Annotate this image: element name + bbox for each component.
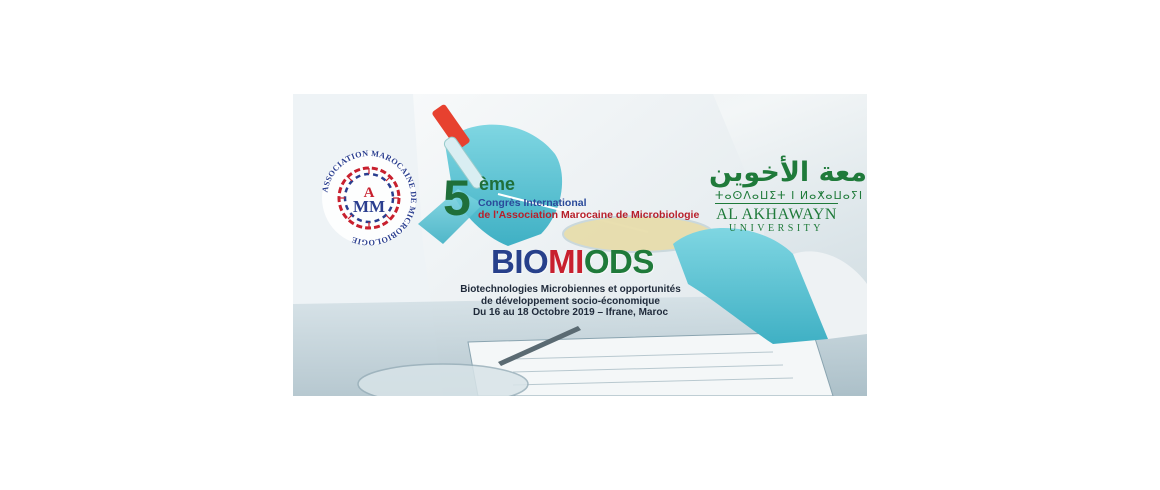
subtitle-line2: de développement socio-économique <box>481 295 660 307</box>
acronym-part-bio: BIO <box>491 243 549 280</box>
date-location: Du 16 au 18 Octobre 2019 – Ifrane, Maroc <box>472 307 669 318</box>
amm-logo: ASSOCIATION MAROCAINE DE MICROBIOLOGIE A… <box>320 149 417 247</box>
acronym-part-ods: ODS <box>583 243 655 280</box>
university-name-arabic: جامعة الأخوين <box>709 157 867 188</box>
university-name-tifinagh: ⵜⴰⵙⴷⴰⵡⵉⵜ ⵏ ⵍⴰⵅⴰⵡⴰⵢⵏ <box>715 189 864 204</box>
congress-title-line1: Congrès International <box>478 197 587 209</box>
congress-title-line2: de l'Association Marocaine de Microbiolo… <box>478 209 700 221</box>
congress-subtitle: Biotechnologies Microbiennes et opportun… <box>443 284 698 319</box>
amm-monogram-bottom: MM <box>353 197 385 216</box>
acronym-part-mi: MI <box>548 243 584 280</box>
al-akhawayn-logo: جامعة الأخوين ⵜⴰⵙⴷⴰⵡⵉⵜ ⵏ ⵍⴰⵅⴰⵡⴰⵢⵏ AL AKH… <box>709 157 867 238</box>
university-name-latin: AL AKHAWAYN <box>716 206 837 223</box>
congress-heading: 5 ème Congrès International de l'Associa… <box>443 172 713 232</box>
biomiods-acronym: BIOMIODS <box>491 244 654 280</box>
university-word: UNIVERSITY <box>729 223 824 234</box>
subtitle-line1: Biotechnologies Microbiennes et opportun… <box>460 284 681 295</box>
congress-banner: ASSOCIATION MAROCAINE DE MICROBIOLOGIE A… <box>293 94 867 396</box>
edition-ordinal: ème <box>479 174 516 194</box>
edition-number: 5 <box>443 170 471 226</box>
